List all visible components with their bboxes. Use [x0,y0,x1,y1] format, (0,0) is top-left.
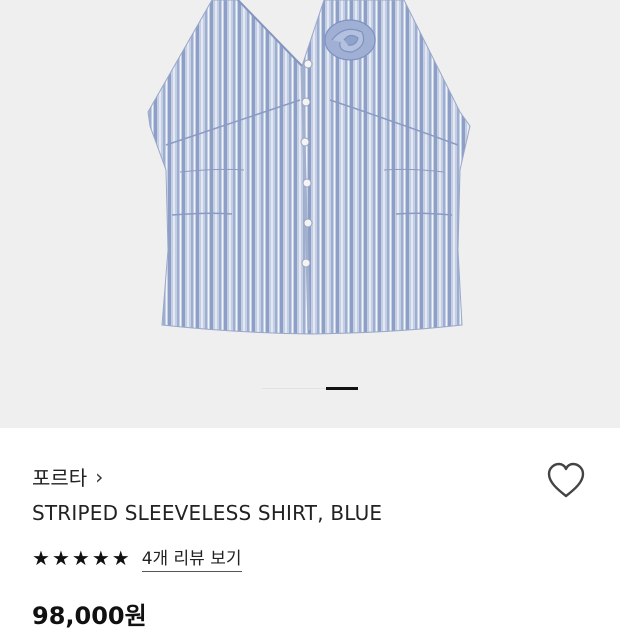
image-pager[interactable] [0,387,620,390]
star-filled-icon: ★ [51,546,70,570]
star-filled-icon: ★ [91,546,110,570]
heart-outline-icon[interactable] [545,461,587,501]
product-info: 포르타 › STRIPED SLEEVELESS SHIRT, BLUE ★ ★… [0,428,620,630]
star-filled-icon: ★ [32,546,50,570]
review-link[interactable]: 4개 리뷰 보기 [141,544,242,572]
brand-link[interactable]: 포르타 › [32,462,103,491]
rating-row: ★ ★ ★ ★ ★ 4개 리뷰 보기 [32,544,242,572]
star-rating: ★ ★ ★ ★ ★ [32,547,130,569]
product-title: STRIPED SLEEVELESS SHIRT, BLUE [32,501,383,525]
product-photo [147,0,471,335]
brand-name: 포르타 [32,466,88,490]
star-filled-icon: ★ [111,546,130,570]
star-filled-icon: ★ [71,546,90,570]
pager-active-indicator [326,387,358,390]
chevron-right-icon: › [95,464,104,489]
product-price: 98,000원 [32,602,147,630]
product-image[interactable] [0,0,620,428]
